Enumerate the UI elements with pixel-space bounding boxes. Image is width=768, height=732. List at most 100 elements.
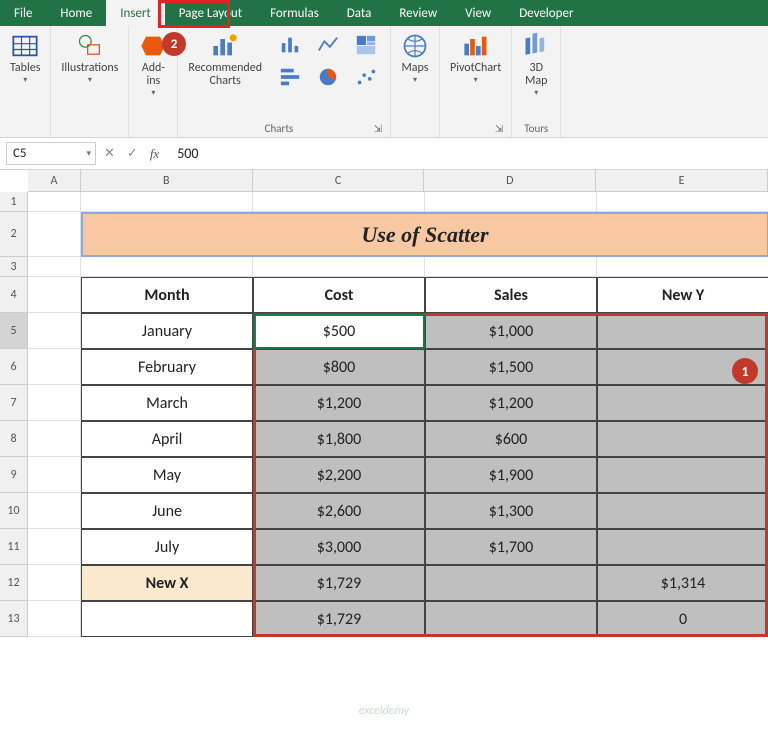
maps-button[interactable]: Maps ▾ <box>397 30 433 87</box>
chevron-down-icon: ▾ <box>88 75 92 85</box>
ribbon-tabs: File Home Insert Page Layout Formulas Da… <box>0 0 768 26</box>
cell-last-sales[interactable] <box>425 601 597 637</box>
cell-last-cost[interactable]: $1,729 <box>253 601 425 637</box>
cell-newx-cost[interactable]: $1,729 <box>253 565 425 601</box>
cell-last-month[interactable] <box>81 601 253 637</box>
cancel-icon[interactable]: ✕ <box>104 146 115 161</box>
cell-sales[interactable]: $1,000 <box>425 313 597 349</box>
cell-newx-newy[interactable]: $1,314 <box>597 565 768 601</box>
group-maps: Maps ▾ <box>391 26 440 137</box>
cell-sales[interactable]: $1,300 <box>425 493 597 529</box>
pivotchart-dialog-launcher[interactable]: ⇲ <box>495 122 503 135</box>
col-header-e[interactable]: E <box>596 170 768 191</box>
header-sales[interactable]: Sales <box>425 277 597 313</box>
cell-cost[interactable]: $2,200 <box>253 457 425 493</box>
cell-sales[interactable]: $1,900 <box>425 457 597 493</box>
spreadsheet-grid[interactable]: Use of Scatter Month Cost Sales New Y Ja… <box>28 192 768 637</box>
cell-cost[interactable]: $1,800 <box>253 421 425 457</box>
cell-cost[interactable]: $1,200 <box>253 385 425 421</box>
cell-newy[interactable] <box>597 313 768 349</box>
cell-newy[interactable] <box>597 529 768 565</box>
cell-month[interactable]: July <box>81 529 253 565</box>
row-header[interactable]: 9 <box>0 457 28 493</box>
col-header-d[interactable]: D <box>424 170 596 191</box>
name-box[interactable]: C5 <box>6 142 96 165</box>
table-icon <box>11 32 39 60</box>
maps-label: Maps <box>402 62 429 75</box>
formula-controls: ✕ ✓ fx <box>104 146 159 162</box>
cell-month[interactable]: April <box>81 421 253 457</box>
cell-newy[interactable] <box>597 457 768 493</box>
scatter-chart-button[interactable] <box>348 62 384 92</box>
illustrations-button[interactable]: Illustrations ▾ <box>57 30 122 87</box>
row-header[interactable]: 4 <box>0 277 28 313</box>
tables-button[interactable]: Tables ▾ <box>6 30 44 87</box>
callout-badge-2: 2 <box>162 32 186 56</box>
cell-month[interactable]: February <box>81 349 253 385</box>
tab-home[interactable]: Home <box>46 0 106 26</box>
cell-cost[interactable]: $3,000 <box>253 529 425 565</box>
tab-file[interactable]: File <box>0 0 46 26</box>
row-header[interactable]: 10 <box>0 493 28 529</box>
cell-newy[interactable] <box>597 385 768 421</box>
chevron-down-icon: ▾ <box>413 75 417 85</box>
cell-newx-label[interactable]: New X <box>81 565 253 601</box>
row-headers: 1 2 3 4 5 6 7 8 9 10 11 12 13 <box>0 192 28 637</box>
col-header-c[interactable]: C <box>253 170 425 191</box>
cell-cost[interactable]: $500 <box>253 313 425 349</box>
enter-icon[interactable]: ✓ <box>127 146 138 161</box>
tab-pagelayout[interactable]: Page Layout <box>165 0 256 26</box>
header-newy[interactable]: New Y <box>597 277 768 313</box>
tab-review[interactable]: Review <box>385 0 451 26</box>
cell-cost[interactable]: $2,600 <box>253 493 425 529</box>
cell-sales[interactable]: $600 <box>425 421 597 457</box>
cell-month[interactable]: June <box>81 493 253 529</box>
pivotchart-label: PivotChart <box>450 62 501 75</box>
row-header[interactable]: 12 <box>0 565 28 601</box>
line-chart-button[interactable] <box>310 30 346 60</box>
row-header[interactable]: 13 <box>0 601 28 637</box>
cell-newx-sales[interactable] <box>425 565 597 601</box>
row-header[interactable]: 3 <box>0 257 28 277</box>
cell-month[interactable]: March <box>81 385 253 421</box>
cell-sales[interactable]: $1,500 <box>425 349 597 385</box>
tab-insert[interactable]: Insert <box>106 0 165 26</box>
header-month[interactable]: Month <box>81 277 253 313</box>
cell-newy[interactable] <box>597 493 768 529</box>
row-header[interactable]: 8 <box>0 421 28 457</box>
header-cost[interactable]: Cost <box>253 277 425 313</box>
cell-last-newy[interactable]: 0 <box>597 601 768 637</box>
row-header[interactable]: 11 <box>0 529 28 565</box>
addins-label: Add- ins <box>142 62 165 88</box>
formula-bar: C5 ✕ ✓ fx 500 <box>0 138 768 170</box>
row-header[interactable]: 7 <box>0 385 28 421</box>
3dmap-button[interactable]: 3D Map ▾ <box>518 30 554 100</box>
charts-dialog-launcher[interactable]: ⇲ <box>374 122 382 135</box>
bar-chart-button[interactable] <box>272 62 308 92</box>
recommended-charts-button[interactable]: Recommended Charts <box>184 30 266 90</box>
cell-newy[interactable] <box>597 421 768 457</box>
row-header[interactable]: 6 <box>0 349 28 385</box>
tab-developer[interactable]: Developer <box>505 0 587 26</box>
row-header[interactable]: 1 <box>0 192 28 212</box>
tab-formulas[interactable]: Formulas <box>256 0 333 26</box>
treemap-chart-button[interactable] <box>348 30 384 60</box>
col-header-b[interactable]: B <box>81 170 253 191</box>
row-header[interactable]: 2 <box>0 212 28 257</box>
formula-input[interactable]: 500 <box>169 142 768 165</box>
tab-data[interactable]: Data <box>333 0 386 26</box>
tab-view[interactable]: View <box>451 0 505 26</box>
col-header-a[interactable]: A <box>28 170 81 191</box>
pivotchart-button[interactable]: PivotChart ▾ <box>446 30 505 87</box>
title-cell[interactable]: Use of Scatter <box>81 212 768 257</box>
cell-month[interactable]: January <box>81 313 253 349</box>
fx-icon[interactable]: fx <box>150 146 159 162</box>
callout-badge-1: 1 <box>732 358 758 384</box>
cell-sales[interactable]: $1,200 <box>425 385 597 421</box>
pie-chart-button[interactable] <box>310 62 346 92</box>
row-header[interactable]: 5 <box>0 313 28 349</box>
column-chart-button[interactable] <box>272 30 308 60</box>
cell-cost[interactable]: $800 <box>253 349 425 385</box>
cell-sales[interactable]: $1,700 <box>425 529 597 565</box>
cell-month[interactable]: May <box>81 457 253 493</box>
